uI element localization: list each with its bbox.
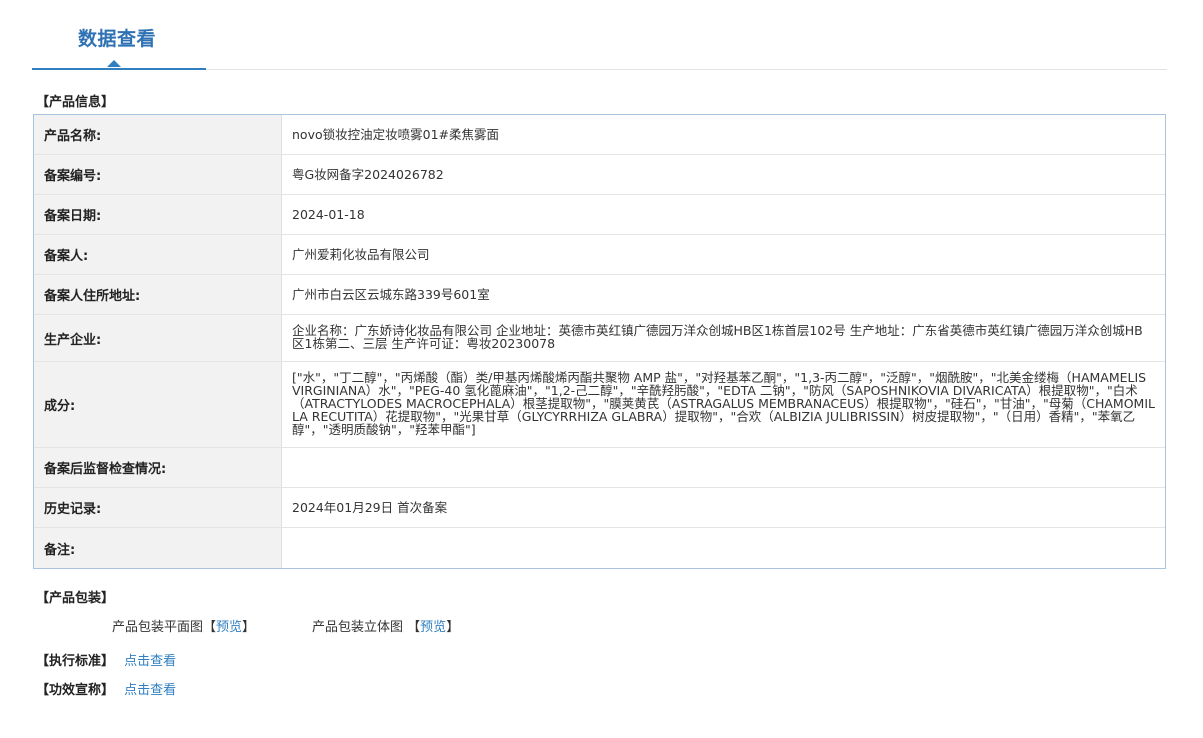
efficacy-heading: 【功效宣称】 bbox=[36, 683, 115, 698]
filer-value: 广州爱莉化妆品有限公司 bbox=[292, 247, 430, 262]
table-row: 备案人: 广州爱莉化妆品有限公司 bbox=[34, 235, 1165, 275]
table-row: 产品名称: novo锁妆控油定妆喷雾01#柔焦雾面 bbox=[34, 115, 1165, 155]
page-title: 数据查看 bbox=[78, 28, 157, 50]
tab-bar: 数据查看 bbox=[32, 0, 1167, 70]
packaging-stereo-preview-link[interactable]: 预览 bbox=[420, 620, 446, 635]
standard-section: 【执行标准】 点击查看 bbox=[36, 653, 176, 671]
row-label: 生产企业: bbox=[34, 315, 282, 361]
row-label: 历史记录: bbox=[34, 488, 282, 527]
ingredients-text: ["水"，"丁二醇"，"丙烯酸（酯）类/甲基丙烯酸烯丙酯共聚物 AMP 盐"，"… bbox=[292, 370, 1155, 437]
row-label: 产品名称: bbox=[34, 115, 282, 154]
row-label: 备案编号: bbox=[34, 155, 282, 194]
efficacy-section: 【功效宣称】 点击查看 bbox=[36, 682, 176, 700]
filing-date-value: 2024-01-18 bbox=[292, 207, 365, 222]
table-row: 成分: ["水"，"丁二醇"，"丙烯酸（酯）类/甲基丙烯酸烯丙酯共聚物 AMP … bbox=[34, 362, 1165, 448]
filing-number-value: 粤G妆网备字2024026782 bbox=[292, 167, 444, 182]
row-label: 成分: bbox=[34, 362, 282, 447]
table-row: 备注: bbox=[34, 528, 1165, 568]
packaging-flat-label: 产品包装平面图 bbox=[112, 620, 204, 635]
table-row: 生产企业: 企业名称：广东娇诗化妆品有限公司 企业地址：英德市英红镇广德园万洋众… bbox=[34, 315, 1165, 362]
row-label: 备案日期: bbox=[34, 195, 282, 234]
row-label: 备案后监督检查情况: bbox=[34, 448, 282, 487]
packaging-stereo-item: 产品包装立体图 【预览】 bbox=[312, 619, 459, 637]
inspection-value bbox=[282, 448, 1165, 487]
product-info-table: 产品名称: novo锁妆控油定妆喷雾01#柔焦雾面 备案编号: 粤G妆网备字20… bbox=[33, 114, 1166, 569]
ingredients-value: ["水"，"丁二醇"，"丙烯酸（酯）类/甲基丙烯酸烯丙酯共聚物 AMP 盐"，"… bbox=[282, 362, 1165, 447]
manufacturer-value: 企业名称：广东娇诗化妆品有限公司 企业地址：英德市英红镇广德园万洋众创城HB区1… bbox=[282, 315, 1165, 361]
packaging-heading: 【产品包装】 bbox=[36, 591, 115, 606]
packaging-flat-item: 产品包装平面图【预览】 bbox=[112, 619, 255, 637]
bracket-close: 】 bbox=[446, 620, 460, 635]
standard-heading: 【执行标准】 bbox=[36, 654, 115, 669]
history-value: 2024年01月29日 首次备案 bbox=[292, 500, 448, 515]
table-row: 历史记录: 2024年01月29日 首次备案 bbox=[34, 488, 1165, 528]
table-row: 备案编号: 粤G妆网备字2024026782 bbox=[34, 155, 1165, 195]
bracket-close: 】 bbox=[242, 620, 256, 635]
packaging-flat-preview-link[interactable]: 预览 bbox=[216, 620, 242, 635]
efficacy-view-link[interactable]: 点击查看 bbox=[124, 683, 176, 698]
row-label: 备案人: bbox=[34, 235, 282, 274]
table-row: 备案后监督检查情况: bbox=[34, 448, 1165, 488]
filer-address-value: 广州市白云区云城东路339号601室 bbox=[292, 287, 490, 302]
tab-data-view[interactable]: 数据查看 bbox=[32, 0, 206, 70]
table-row: 备案日期: 2024-01-18 bbox=[34, 195, 1165, 235]
manufacturer-text: 企业名称：广东娇诗化妆品有限公司 企业地址：英德市英红镇广德园万洋众创城HB区1… bbox=[292, 323, 1143, 351]
bracket-open: 【 bbox=[407, 620, 421, 635]
product-info-heading: 【产品信息】 bbox=[36, 95, 115, 110]
standard-view-link[interactable]: 点击查看 bbox=[124, 654, 176, 669]
table-row: 备案人住所地址: 广州市白云区云城东路339号601室 bbox=[34, 275, 1165, 315]
row-label: 备注: bbox=[34, 528, 282, 568]
row-label: 备案人住所地址: bbox=[34, 275, 282, 314]
bracket-open: 【 bbox=[203, 620, 217, 635]
tab-caret-icon bbox=[107, 60, 121, 67]
product-name-value: novo锁妆控油定妆喷雾01#柔焦雾面 bbox=[292, 127, 499, 142]
remarks-value bbox=[282, 528, 1165, 568]
packaging-stereo-label: 产品包装立体图 bbox=[312, 620, 404, 635]
